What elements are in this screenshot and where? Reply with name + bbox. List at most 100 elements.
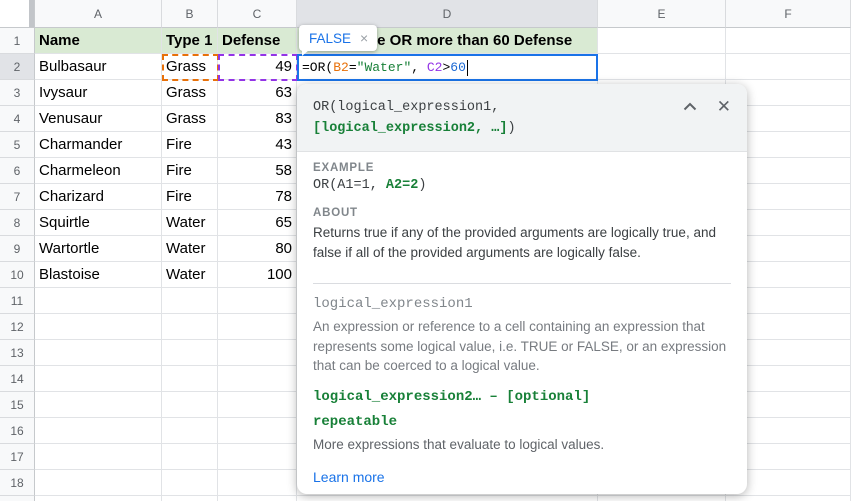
- row-header-clipped[interactable]: [0, 496, 35, 501]
- row-header-13[interactable]: 13: [0, 340, 35, 366]
- cell-Bx[interactable]: [162, 496, 218, 501]
- cell-B6[interactable]: Fire: [162, 158, 218, 184]
- cell-B8[interactable]: Water: [162, 210, 218, 236]
- cell-C13[interactable]: [218, 340, 297, 366]
- cell-C17[interactable]: [218, 444, 297, 470]
- row-header-4[interactable]: 4: [0, 106, 35, 132]
- cell-A15[interactable]: [35, 392, 162, 418]
- cell-C7[interactable]: 78: [218, 184, 297, 210]
- column-header-D[interactable]: D: [297, 0, 598, 28]
- cell-A11[interactable]: [35, 288, 162, 314]
- cell-Fx[interactable]: [726, 496, 851, 501]
- cell-B14[interactable]: [162, 366, 218, 392]
- cell-B16[interactable]: [162, 418, 218, 444]
- column-header-F[interactable]: F: [726, 0, 851, 28]
- cell-Cx[interactable]: [218, 496, 297, 501]
- cell-Ax[interactable]: [35, 496, 162, 501]
- row-header-10[interactable]: 10: [0, 262, 35, 288]
- cell-C5[interactable]: 43: [218, 132, 297, 158]
- cell-A8[interactable]: Squirtle: [35, 210, 162, 236]
- cell-A3[interactable]: Ivysaur: [35, 80, 162, 106]
- cell-B9[interactable]: Water: [162, 236, 218, 262]
- row-header-7[interactable]: 7: [0, 184, 35, 210]
- cell-A12[interactable]: [35, 314, 162, 340]
- cell-A7[interactable]: Charizard: [35, 184, 162, 210]
- chip-tail: [302, 50, 309, 56]
- cell-A13[interactable]: [35, 340, 162, 366]
- row-header-14[interactable]: 14: [0, 366, 35, 392]
- row-header-15[interactable]: 15: [0, 392, 35, 418]
- cell-B17[interactable]: [162, 444, 218, 470]
- cell-B5[interactable]: Fire: [162, 132, 218, 158]
- cell-Ex[interactable]: [598, 496, 726, 501]
- cell-C6[interactable]: 58: [218, 158, 297, 184]
- row-header-11[interactable]: 11: [0, 288, 35, 314]
- cell-B3[interactable]: Grass: [162, 80, 218, 106]
- row-header-12[interactable]: 12: [0, 314, 35, 340]
- cell-B13[interactable]: [162, 340, 218, 366]
- column-header-E[interactable]: E: [598, 0, 726, 28]
- column-header-C[interactable]: C: [218, 0, 297, 28]
- cell-C2[interactable]: 49: [218, 54, 297, 80]
- cell-B15[interactable]: [162, 392, 218, 418]
- row-header-18[interactable]: 18: [0, 470, 35, 496]
- cell-C15[interactable]: [218, 392, 297, 418]
- cell-B2[interactable]: Grass: [162, 54, 218, 80]
- cell-B7[interactable]: Fire: [162, 184, 218, 210]
- signature-optional: [logical_expression2, …]: [313, 121, 507, 136]
- cell-A18[interactable]: [35, 470, 162, 496]
- cell-C8[interactable]: 65: [218, 210, 297, 236]
- column-header-row: ABCDEF: [0, 0, 851, 28]
- row-header-6[interactable]: 6: [0, 158, 35, 184]
- cell-A9[interactable]: Wartortle: [35, 236, 162, 262]
- cell-E1[interactable]: [598, 28, 726, 54]
- row-header-5[interactable]: 5: [0, 132, 35, 158]
- cell-A10[interactable]: Blastoise: [35, 262, 162, 288]
- cell-F2[interactable]: [726, 54, 851, 80]
- cell-C10[interactable]: 100: [218, 262, 297, 288]
- select-all-corner[interactable]: [0, 0, 35, 28]
- cell-B11[interactable]: [162, 288, 218, 314]
- row-header-8[interactable]: 8: [0, 210, 35, 236]
- cell-A5[interactable]: Charmander: [35, 132, 162, 158]
- example-prefix: OR(A1=1,: [313, 178, 386, 193]
- collapse-chevron-up-icon[interactable]: [683, 99, 697, 114]
- cell-C12[interactable]: [218, 314, 297, 340]
- cell-C1[interactable]: Defense: [218, 28, 297, 54]
- cell-C14[interactable]: [218, 366, 297, 392]
- row-header-2[interactable]: 2: [0, 54, 35, 80]
- learn-more-link[interactable]: Learn more: [313, 469, 385, 485]
- row-header-3[interactable]: 3: [0, 80, 35, 106]
- cell-B1[interactable]: Type 1: [162, 28, 218, 54]
- cell-Dx[interactable]: [297, 496, 598, 501]
- cell-E2[interactable]: [598, 54, 726, 80]
- cell-C9[interactable]: 80: [218, 236, 297, 262]
- cell-A14[interactable]: [35, 366, 162, 392]
- param1-name: logical_expression1: [313, 296, 731, 312]
- cell-C16[interactable]: [218, 418, 297, 444]
- close-icon[interactable]: ✕: [717, 99, 731, 115]
- column-header-A[interactable]: A: [35, 0, 162, 28]
- chip-close-icon[interactable]: ×: [360, 30, 368, 46]
- cell-C11[interactable]: [218, 288, 297, 314]
- active-cell-editor[interactable]: =OR(B2="Water", C2>60: [297, 54, 598, 81]
- cell-A4[interactable]: Venusaur: [35, 106, 162, 132]
- column-header-B[interactable]: B: [162, 0, 218, 28]
- cell-F1[interactable]: [726, 28, 851, 54]
- cell-A2[interactable]: Bulbasaur: [35, 54, 162, 80]
- cell-A16[interactable]: [35, 418, 162, 444]
- row-header-16[interactable]: 16: [0, 418, 35, 444]
- row-header-9[interactable]: 9: [0, 236, 35, 262]
- cell-A1[interactable]: Name: [35, 28, 162, 54]
- cell-C3[interactable]: 63: [218, 80, 297, 106]
- row-header-1[interactable]: 1: [0, 28, 35, 54]
- cell-B18[interactable]: [162, 470, 218, 496]
- cell-B10[interactable]: Water: [162, 262, 218, 288]
- cell-C18[interactable]: [218, 470, 297, 496]
- cell-C4[interactable]: 83: [218, 106, 297, 132]
- row-header-17[interactable]: 17: [0, 444, 35, 470]
- cell-A17[interactable]: [35, 444, 162, 470]
- cell-B12[interactable]: [162, 314, 218, 340]
- cell-A6[interactable]: Charmeleon: [35, 158, 162, 184]
- cell-B4[interactable]: Grass: [162, 106, 218, 132]
